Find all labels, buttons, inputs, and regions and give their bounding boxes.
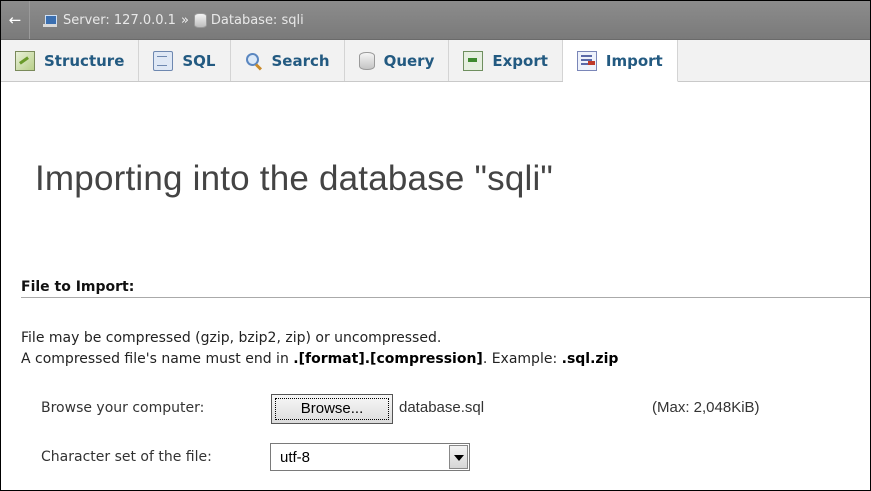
- charset-value[interactable]: utf-8: [271, 449, 449, 466]
- search-icon: [245, 52, 263, 71]
- browse-button[interactable]: Browse...: [271, 394, 393, 424]
- breadcrumb: ← Server: 127.0.0.1 » Database: sqli: [1, 1, 870, 40]
- tab-import-label[interactable]: Import: [606, 52, 663, 70]
- tab-structure-label[interactable]: Structure: [44, 52, 124, 70]
- query-icon: [358, 51, 375, 70]
- tab-search-label[interactable]: Search: [272, 52, 330, 70]
- tab-sql-label[interactable]: SQL: [182, 52, 215, 70]
- breadcrumb-database[interactable]: Database: sqli: [193, 12, 304, 28]
- charset-label: Character set of the file:: [41, 449, 212, 465]
- browse-label: Browse your computer:: [41, 400, 205, 416]
- file-to-import-heading: File to Import:: [21, 279, 870, 298]
- compression-example-note: A compressed file's name must end in .[f…: [21, 351, 618, 367]
- tab-query[interactable]: Query: [345, 40, 450, 81]
- browse-button-label[interactable]: Browse...: [275, 398, 389, 420]
- tab-bar: Structure SQL Search Query Export Import: [1, 40, 870, 82]
- back-arrow-icon[interactable]: ←: [1, 1, 30, 39]
- export-icon: [463, 50, 484, 71]
- compression-example-filename: .sql.zip: [561, 351, 619, 367]
- selected-file-name: database.sql: [399, 399, 485, 416]
- tab-export[interactable]: Export: [449, 40, 563, 81]
- compression-example-middle: . Example:: [482, 351, 562, 367]
- tab-structure[interactable]: Structure: [1, 40, 140, 81]
- database-icon: [193, 12, 207, 28]
- tab-query-label[interactable]: Query: [384, 52, 435, 70]
- breadcrumb-server-label[interactable]: Server: 127.0.0.1: [63, 13, 176, 28]
- import-icon: [576, 50, 597, 71]
- breadcrumb-database-label[interactable]: Database: sqli: [211, 13, 304, 28]
- breadcrumb-separator: »: [180, 12, 189, 28]
- max-upload-size: (Max: 2,048KiB): [652, 399, 760, 416]
- server-icon: [43, 14, 59, 27]
- page-title: Importing into the database "sqli": [35, 159, 554, 198]
- structure-icon: [15, 50, 35, 71]
- breadcrumb-server[interactable]: Server: 127.0.0.1: [43, 13, 176, 28]
- compression-format: .[format].[compression]: [293, 351, 483, 367]
- phpmyadmin-window: ← Server: 127.0.0.1 » Database: sqli Str…: [0, 0, 871, 491]
- tab-import[interactable]: Import: [562, 40, 678, 82]
- tab-sql[interactable]: SQL: [139, 40, 231, 81]
- charset-select[interactable]: utf-8: [270, 443, 470, 471]
- tab-search[interactable]: Search: [231, 40, 345, 81]
- sql-icon: [153, 50, 174, 71]
- tab-export-label[interactable]: Export: [492, 52, 548, 70]
- chevron-down-icon[interactable]: [449, 445, 468, 469]
- compression-example-prefix: A compressed file's name must end in: [21, 351, 294, 367]
- compression-note: File may be compressed (gzip, bzip2, zip…: [21, 330, 442, 346]
